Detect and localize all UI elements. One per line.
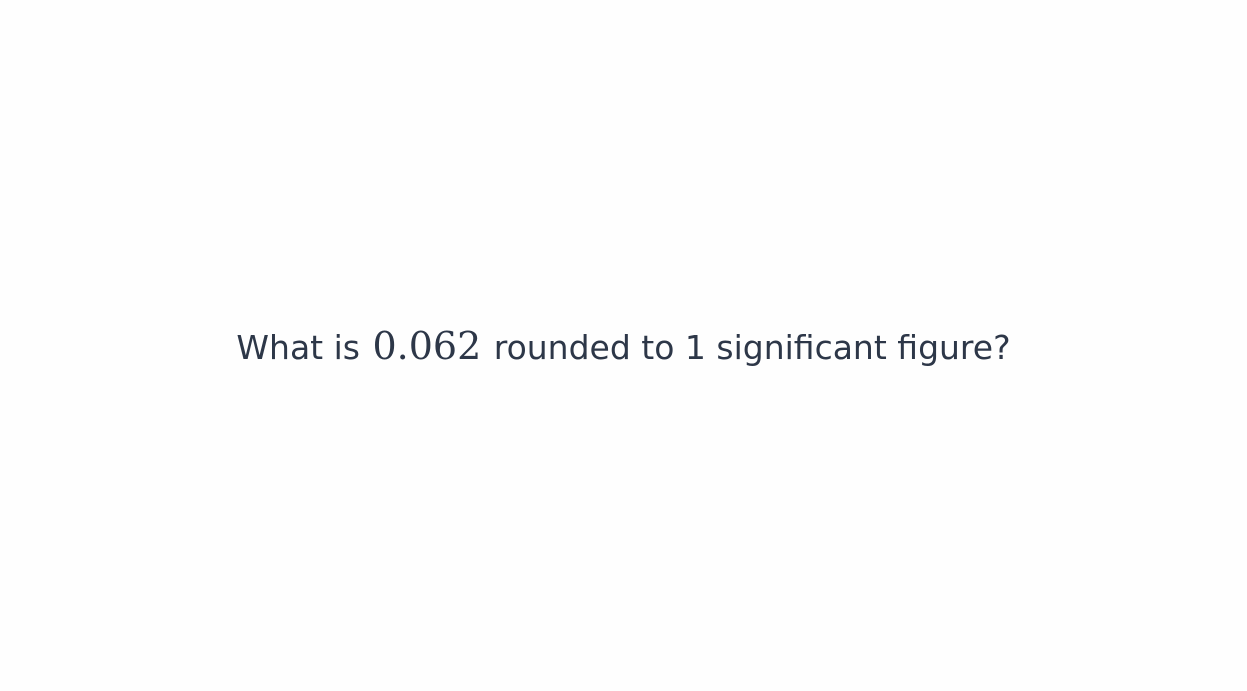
question-suffix: rounded to 1 significant figure?: [483, 328, 1011, 367]
question-stage: What is 0.062 rounded to 1 significant f…: [0, 0, 1247, 691]
question-number: 0.062: [372, 324, 482, 368]
question-text: What is 0.062 rounded to 1 significant f…: [236, 327, 1010, 365]
question-prefix: What is: [236, 328, 371, 367]
